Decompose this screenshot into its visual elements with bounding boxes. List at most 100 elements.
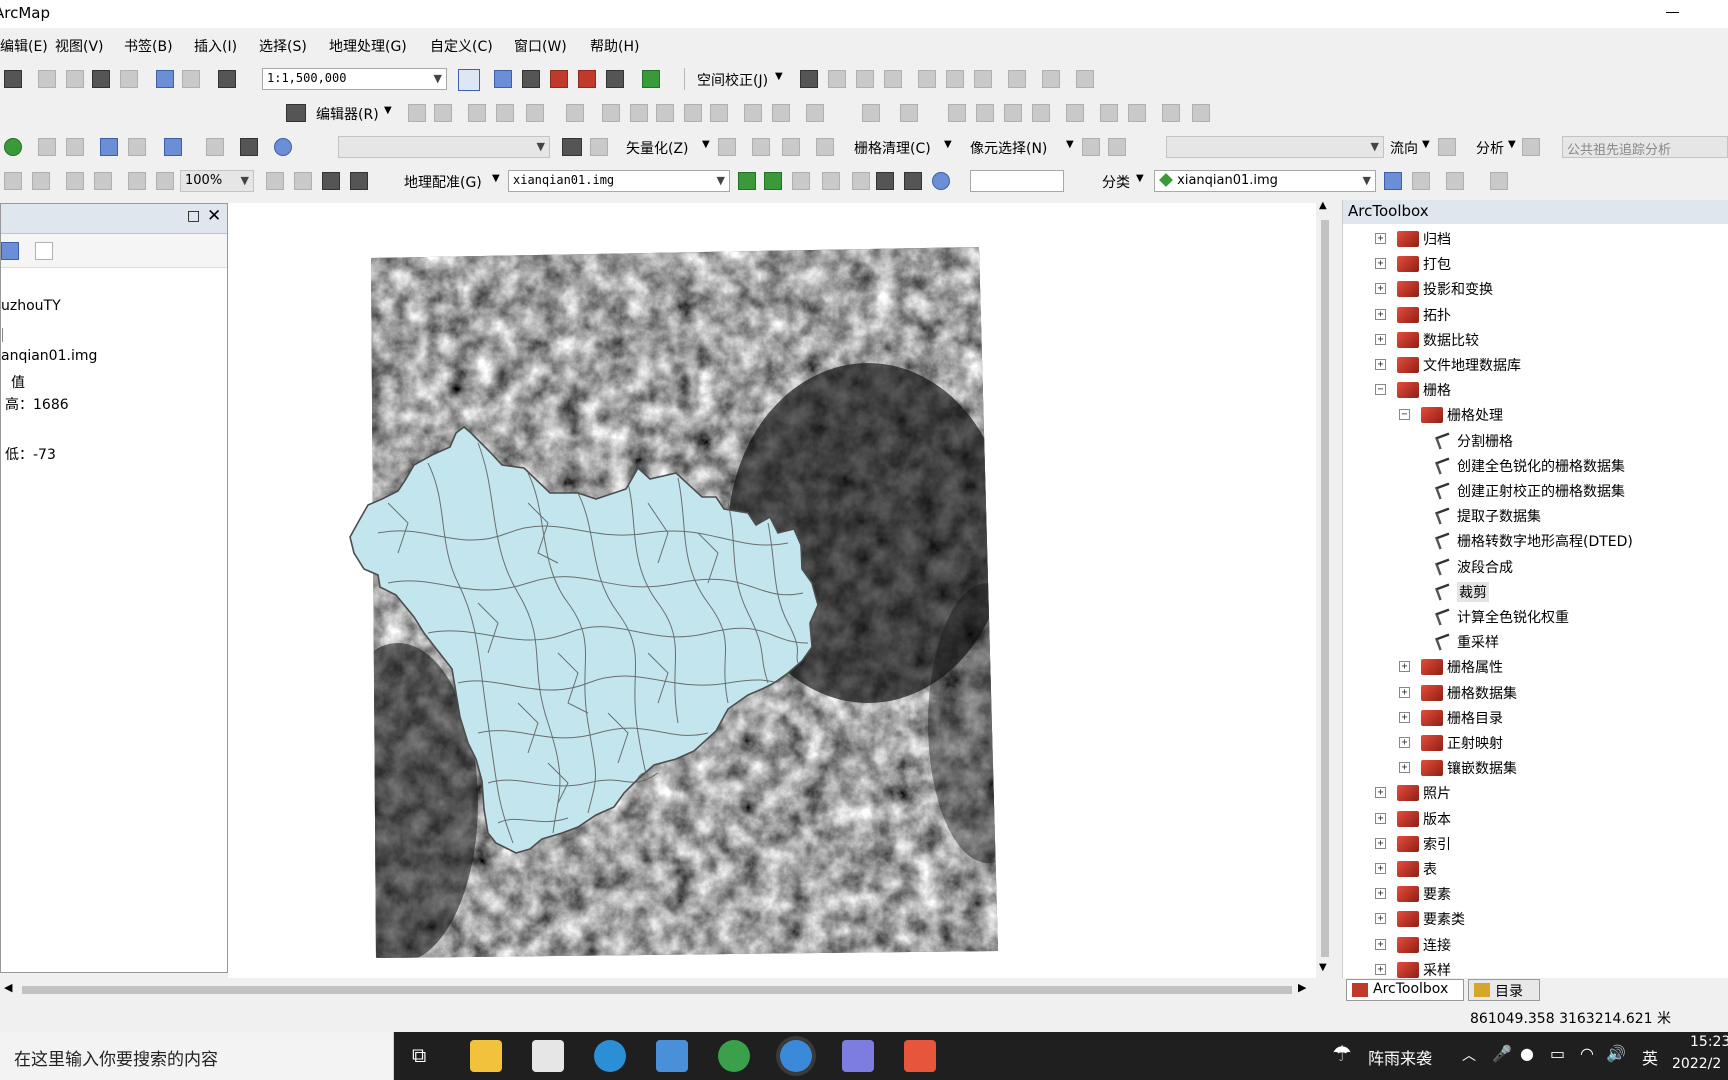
toolbox-tool-item[interactable]: 计算全色锐化权重 [1343,605,1727,629]
arcglobe-icon[interactable] [718,1040,750,1072]
expand-icon[interactable]: + [1375,283,1386,295]
cut-polygons-icon[interactable] [656,104,674,122]
menu-geoprocessing[interactable]: 地理处理(G) [329,36,407,56]
point-icon[interactable] [566,104,584,122]
volume-icon[interactable]: 🔊 [1606,1044,1626,1063]
taskbar-search[interactable]: 在这里输入你要搜索的内容 [0,1032,394,1080]
edit-tool-icon[interactable] [408,104,426,122]
expand-icon[interactable]: + [1375,863,1386,874]
expand-icon[interactable]: + [1375,233,1386,244]
edge-icon[interactable] [594,1040,626,1072]
toolbox-item[interactable]: + 表 [1343,857,1727,881]
undo-icon[interactable] [156,70,174,88]
raster-snapping-icon[interactable] [752,138,770,156]
toggle-draft-mode-icon[interactable] [266,172,284,190]
view-link-table-icon[interactable] [876,172,894,190]
georef-value-field[interactable] [970,170,1064,192]
model-builder-icon[interactable] [642,70,660,88]
collapse-icon[interactable]: − [1399,409,1410,421]
edit-vertices-icon[interactable] [602,104,620,122]
toolbox-tool-item[interactable]: 裁剪 [1343,580,1727,604]
layout-pan-icon[interactable] [156,172,174,190]
new-limited-area-icon[interactable] [946,70,964,88]
toolbox-item[interactable]: + 栅格数据集 [1343,681,1727,705]
print-icon[interactable] [4,70,22,88]
app-icon[interactable] [656,1040,688,1072]
flow-menu[interactable]: 流向 [1390,138,1418,158]
toc-layer[interactable]: anqian01.img [1,348,97,364]
toolbox-tool-item[interactable]: 创建正射校正的栅格数据集 [1343,479,1727,503]
catalog-icon[interactable] [522,70,540,88]
arctoolbox-icon[interactable] [578,70,596,88]
toolbox-item[interactable]: + 数据比较 [1343,328,1727,352]
straight-segment-icon[interactable] [468,104,486,122]
scroll-up-icon[interactable]: ▲ [1319,200,1327,211]
raster-cleanup-menu[interactable]: 栅格清理(C) [854,138,931,158]
vectorize-menu[interactable]: 矢量化(Z) [626,138,689,158]
validate-icon[interactable] [1100,104,1118,122]
cell-selection-menu[interactable]: 像元选择(N) [970,138,1047,158]
shared-edge-icon[interactable] [976,104,994,122]
clear-limited-area-icon[interactable] [974,70,992,88]
select-elements-icon[interactable] [240,138,258,156]
globe-icon[interactable] [4,138,22,156]
task-view-icon[interactable]: ⧉ [412,1043,426,1067]
menu-help[interactable]: 帮助(H) [590,36,639,56]
cut-icon[interactable] [38,70,56,88]
vectorize-layer-dropdown[interactable]: ▼ [338,136,550,158]
microphone-icon[interactable]: 🎤 [1492,1044,1512,1063]
expand-icon[interactable]: + [1375,888,1386,900]
list-by-selection-icon[interactable] [35,242,53,260]
shift-raster-icon[interactable] [822,172,840,190]
view-link-table-icon[interactable] [1008,70,1026,88]
chevron-up-icon[interactable]: ︿ [1462,1045,1476,1065]
delete-icon[interactable] [120,70,138,88]
expand-icon[interactable]: + [1399,762,1410,774]
analysis-menu[interactable]: 分析 [1476,138,1504,158]
network-layer-dropdown[interactable]: ▼ [1166,136,1384,158]
topology-rules-icon[interactable] [1192,104,1210,122]
toolbox-item[interactable]: − 栅格 [1343,378,1727,402]
classify-tool-icon[interactable] [1412,172,1430,190]
rotate-raster-icon[interactable] [792,172,810,190]
search-window-icon[interactable] [550,70,568,88]
layout-zoom-in-icon[interactable] [4,172,22,190]
copy-icon[interactable] [66,70,84,88]
layout-fixed-zoom-icon[interactable] [128,172,146,190]
expand-icon[interactable]: + [1375,963,1386,975]
toolbox-item[interactable]: + 归档 [1343,227,1727,251]
layout-zoom-out-icon[interactable] [32,172,50,190]
forward-arrow-icon[interactable] [128,138,146,156]
trace-icon[interactable] [526,104,544,122]
pencil-icon[interactable] [782,138,800,156]
list-by-source-icon[interactable] [1,242,19,260]
menu-edit[interactable]: 编辑(E) [0,36,48,56]
expand-icon[interactable]: + [1375,308,1386,320]
tab-catalog[interactable]: 目录 [1468,979,1540,1001]
battery-icon[interactable]: ▭ [1550,1044,1565,1063]
minimize-button[interactable] [1666,12,1679,13]
weather-icon[interactable]: ☂ [1332,1042,1352,1067]
sketch-properties-icon[interactable] [772,104,790,122]
toolbox-item[interactable]: + 栅格目录 [1343,706,1727,730]
expand-icon[interactable]: + [1375,812,1386,824]
cloud-app-icon[interactable] [842,1040,874,1072]
scroll-right-icon[interactable]: ▶ [1298,981,1306,994]
expand-icon[interactable]: + [1375,787,1386,799]
expand-icon[interactable]: + [1399,711,1410,723]
edge-match-icon[interactable] [1076,70,1094,88]
focus-data-frame-icon[interactable] [294,172,312,190]
office-icon[interactable] [904,1040,936,1072]
weather-text[interactable]: 阵雨来袭 [1368,1045,1432,1069]
toolbox-item[interactable]: + 要素类 [1343,907,1727,931]
change-layout-icon[interactable] [322,172,340,190]
toolbox-item[interactable]: + 投影和变换 [1343,277,1727,301]
toc-dataframe[interactable]: uzhouTY [1,298,61,314]
rotate-icon[interactable] [710,104,728,122]
toolbox-tool-item[interactable]: 提取子数据集 [1343,504,1727,528]
reshape-edge-icon[interactable] [1004,104,1022,122]
toc-window-icon[interactable] [494,70,512,88]
generate-features-icon[interactable] [816,138,834,156]
back-arrow-icon[interactable] [100,138,118,156]
file-explorer-icon[interactable] [470,1040,502,1072]
